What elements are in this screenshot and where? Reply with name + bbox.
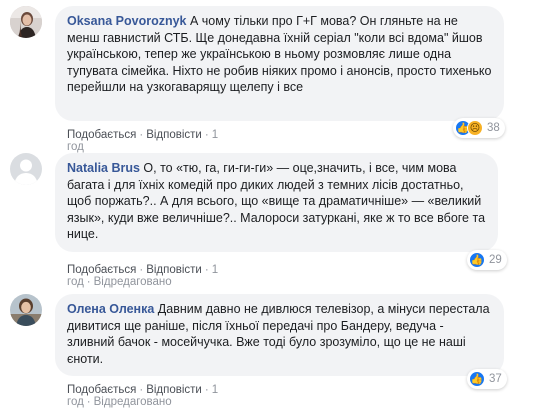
comment-author[interactable]: Олена Оленка	[67, 302, 158, 316]
reaction-summary[interactable]: 👍 29	[467, 250, 507, 270]
comment-author[interactable]: Oksana Povoroznyk	[67, 14, 190, 28]
avatar[interactable]	[10, 294, 42, 326]
avatar-photo-icon	[10, 6, 42, 38]
reply-button[interactable]: Відповісти	[146, 384, 202, 396]
avatar-photo-icon	[10, 294, 42, 326]
comment-author[interactable]: Natalia Brus	[67, 161, 143, 175]
reply-button[interactable]: Відповісти	[146, 129, 202, 141]
like-icon: 👍	[469, 252, 485, 268]
comment-bubble: Oksana Povoroznyk А чому тільки про Г+Г …	[55, 6, 504, 121]
comment-actions: Подобається · Відповісти · 1 год	[67, 129, 218, 153]
like-button[interactable]: Подобається	[67, 129, 136, 141]
comment-actions: Подобається · Відповісти · 1 год · Відредагова…	[67, 384, 218, 408]
edited-label[interactable]: Відредаговано	[94, 276, 172, 288]
separator: ·	[139, 129, 144, 141]
comment-bubble: Natalia Brus О, то «тю, га, ги-ги-ги» — …	[55, 153, 498, 252]
edited-label[interactable]: Відредаговано	[94, 396, 172, 408]
separator: ·	[86, 276, 91, 288]
reaction-summary[interactable]: 👍 ☹ 38	[453, 118, 505, 138]
default-avatar-icon	[10, 153, 42, 185]
separator: ·	[204, 264, 209, 276]
like-button[interactable]: Подобається	[67, 264, 136, 276]
like-button[interactable]: Подобається	[67, 384, 136, 396]
comment-bubble: Олена Оленка Давним давно не дивлюся тел…	[55, 294, 504, 376]
reply-button[interactable]: Відповісти	[146, 264, 202, 276]
comment-actions: Подобається · Відповісти · 1 год · Відредагова…	[67, 264, 218, 288]
separator: ·	[86, 396, 91, 408]
separator: ·	[204, 129, 209, 141]
separator: ·	[204, 384, 209, 396]
reaction-count: 38	[487, 122, 500, 134]
sad-icon: ☹	[467, 120, 483, 136]
separator: ·	[139, 384, 144, 396]
reaction-count: 29	[489, 254, 502, 266]
avatar[interactable]	[10, 153, 42, 185]
separator: ·	[139, 264, 144, 276]
like-icon: 👍	[469, 371, 485, 387]
reaction-count: 37	[489, 373, 502, 385]
avatar[interactable]	[10, 6, 42, 38]
reaction-summary[interactable]: 👍 37	[467, 369, 507, 389]
